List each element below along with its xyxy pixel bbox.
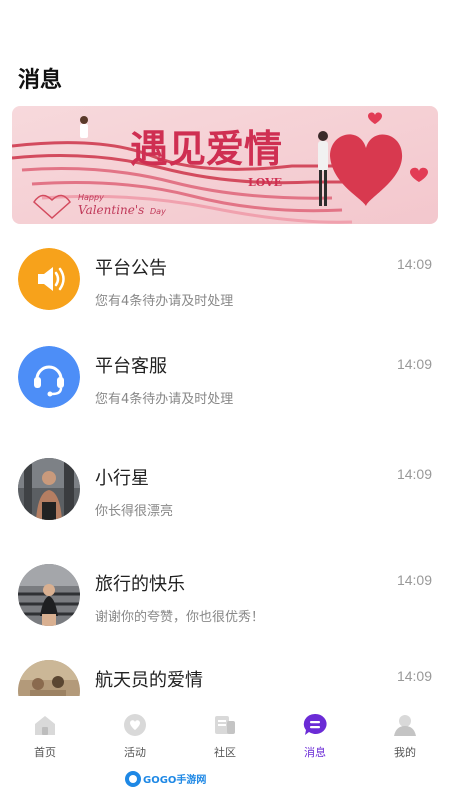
- home-icon: [35, 716, 55, 735]
- tab-messages[interactable]: 消息: [270, 704, 360, 766]
- contact-name: 旅行的快乐: [95, 574, 185, 595]
- tab-label: 消息: [304, 746, 326, 759]
- message-list: 平台公告 您有4条待办请及时处理 14:09 平台客服 您有4条待办请及时处理 …: [0, 232, 450, 696]
- promo-banner[interactable]: 遇见爱情 LOVE Happy Valentine's Day: [12, 106, 438, 224]
- banner-love-text: LOVE: [248, 176, 282, 189]
- avatar: [18, 564, 80, 626]
- contact-name: 小行星: [95, 468, 149, 489]
- avatar: [18, 660, 80, 696]
- list-item-astronaut-love[interactable]: 航天员的爱情 14:09: [0, 648, 450, 696]
- message-preview: 您有4条待办请及时处理: [95, 294, 234, 309]
- tab-label: 活动: [124, 746, 146, 759]
- contact-name: 航天员的爱情: [95, 670, 203, 691]
- contact-name: 平台公告: [95, 258, 167, 279]
- tab-label: 我的: [394, 746, 416, 759]
- bottom-tab-bar: 首页 活动 社区 消息 我的: [0, 704, 450, 766]
- tab-community[interactable]: 社区: [180, 704, 270, 766]
- banner-tagline-happy: Happy: [78, 193, 104, 202]
- avatar: [18, 458, 80, 520]
- message-preview: 谢谢你的夸赞，你也很优秀！: [95, 610, 265, 625]
- tab-profile[interactable]: 我的: [360, 704, 450, 766]
- community-icon: [215, 716, 235, 734]
- tab-label: 首页: [34, 746, 56, 759]
- message-time: 14:09: [396, 466, 432, 482]
- message-time: 14:09: [396, 668, 432, 684]
- message-preview: 你长得很漂亮: [95, 504, 174, 519]
- tab-home[interactable]: 首页: [0, 704, 90, 766]
- banner-headline: 遇见爱情: [130, 126, 282, 171]
- banner-tagline-valentines: Valentine's: [78, 203, 144, 217]
- message-icon: [303, 713, 327, 735]
- heart-bubble-icon: [124, 714, 146, 736]
- banner-tagline-day: Day: [150, 207, 166, 216]
- gogo-logo: GOGO手游网: [125, 771, 206, 787]
- message-preview: 您有4条待办请及时处理: [95, 392, 234, 407]
- message-time: 14:09: [396, 572, 432, 588]
- tab-label: 社区: [214, 746, 236, 759]
- list-item-xiaoxingxing[interactable]: 小行星 你长得很漂亮 14:09: [0, 440, 450, 544]
- list-item-platform-notice[interactable]: 平台公告 您有4条待办请及时处理 14:09: [0, 232, 450, 336]
- message-time: 14:09: [396, 356, 432, 372]
- tab-activity[interactable]: 活动: [90, 704, 180, 766]
- list-item-platform-support[interactable]: 平台客服 您有4条待办请及时处理 14:09: [0, 336, 450, 440]
- list-item-travel-happiness[interactable]: 旅行的快乐 谢谢你的夸赞，你也很优秀！ 14:09: [0, 544, 450, 648]
- message-time: 14:09: [396, 256, 432, 272]
- page-title: 消息: [18, 68, 63, 93]
- watermark-text: GOGO手游网: [143, 773, 206, 786]
- speaker-icon: [18, 248, 80, 310]
- contact-name: 平台客服: [95, 356, 167, 377]
- headset-icon: [18, 346, 80, 408]
- profile-icon: [394, 715, 416, 736]
